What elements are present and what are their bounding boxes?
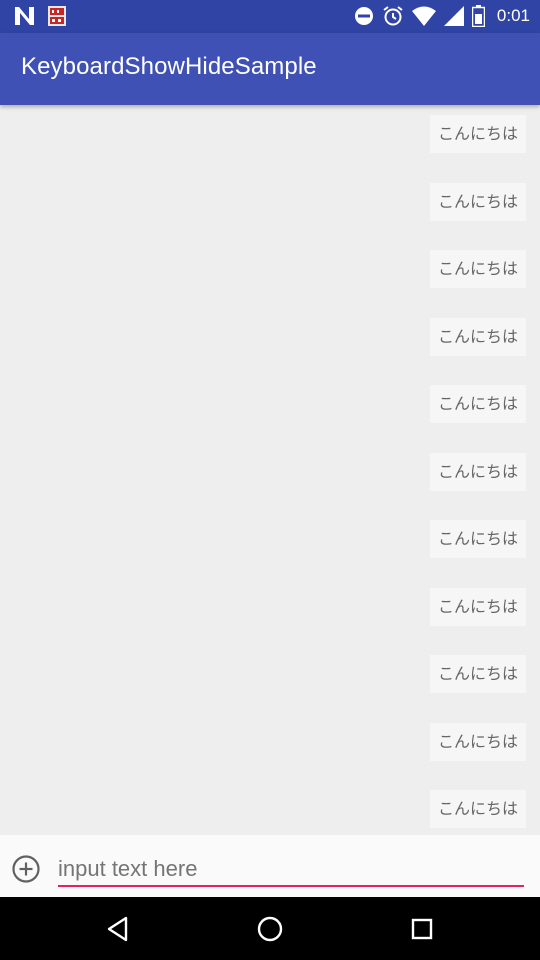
message-text: こんにちは [429, 182, 526, 221]
message-text: こんにちは [429, 317, 526, 356]
message-text: こんにちは [429, 655, 526, 693]
message-row: こんにちは [0, 790, 540, 830]
status-bar: 0:01 [0, 0, 540, 33]
do-not-disturb-icon [354, 6, 374, 26]
message-text: こんにちは [429, 385, 526, 423]
app-title: KeyboardShowHideSample [21, 53, 317, 80]
message-row: こんにちは [0, 115, 540, 155]
alarm-clock-icon [382, 5, 404, 27]
message-list[interactable]: こんにちは こんにちは こんにちは こんにちは こんにちは こんにちは こんにちは こんにちは… [0, 105, 540, 835]
message-text: こんにちは [429, 520, 526, 558]
message-row: こんにちは [0, 587, 540, 628]
status-bar-time: 0:01 [496, 6, 530, 25]
message-row: こんにちは [0, 520, 540, 560]
message-row: こんにちは [0, 655, 540, 695]
recents-square-icon [411, 918, 433, 940]
message-row: こんにちは [0, 182, 540, 223]
message-row: こんにちは [0, 452, 540, 493]
message-text: こんにちは [429, 452, 526, 491]
message-row: こんにちは [0, 385, 540, 425]
status-bar-system: 0:01 [354, 5, 530, 27]
n-notification-icon [14, 6, 36, 26]
cellular-signal-icon [443, 6, 464, 26]
back-triangle-icon [107, 916, 128, 942]
battery-icon [471, 5, 485, 27]
hd-on-notification-icon [48, 6, 66, 26]
add-circle-icon [12, 855, 40, 883]
wifi-icon [411, 6, 436, 26]
home-circle-icon [257, 916, 283, 942]
navigation-bar [0, 897, 540, 960]
add-button[interactable] [11, 854, 41, 884]
message-row: こんにちは [0, 722, 540, 763]
message-text-input[interactable] [58, 853, 524, 887]
phone-screen: 0:01 KeyboardShowHideSample こんにちは こんにちは こん… [0, 0, 540, 960]
home-button[interactable] [255, 914, 285, 944]
status-bar-notifications [14, 6, 66, 26]
app-bar: KeyboardShowHideSample [0, 33, 540, 105]
message-text: こんにちは [429, 722, 526, 761]
message-row: こんにちは [0, 250, 540, 290]
message-text: こんにちは [429, 790, 526, 828]
recents-button[interactable] [407, 914, 437, 944]
message-text: こんにちは [429, 250, 526, 288]
back-button[interactable] [104, 914, 134, 944]
message-text: こんにちは [429, 115, 526, 153]
input-bar [0, 835, 540, 897]
message-row: こんにちは [0, 317, 540, 358]
message-text: こんにちは [429, 587, 526, 626]
